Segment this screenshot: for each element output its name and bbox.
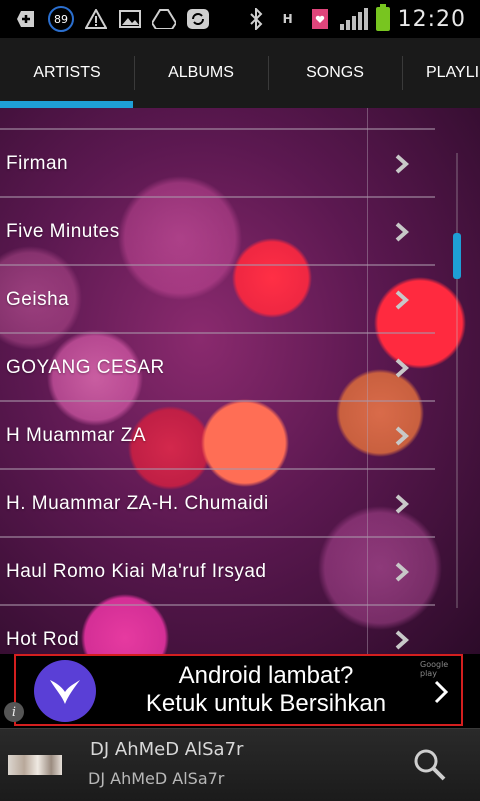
tab-bar: ARTISTS ALBUMS SONGS PLAYLI bbox=[0, 38, 480, 109]
scroll-track[interactable] bbox=[456, 153, 458, 608]
artist-name: Hot Rod bbox=[6, 629, 80, 650]
album-art-thumbnail bbox=[8, 755, 62, 775]
chevron-right-icon bbox=[390, 489, 414, 519]
now-playing-artist: DJ AhMeD AlSa7r bbox=[88, 769, 225, 788]
now-playing-bar[interactable]: DJ AhMeD AlSa7r DJ AhMeD AlSa7r bbox=[0, 728, 480, 801]
hspa-icon: H bbox=[282, 12, 293, 26]
ad-banner[interactable]: Android lambat? Ketuk untuk Bersihkan Go… bbox=[14, 654, 463, 726]
list-item[interactable]: Five Minutes bbox=[0, 198, 435, 266]
tab-playlists[interactable]: PLAYLI bbox=[402, 38, 480, 108]
list-item[interactable]: GOYANG CESAR bbox=[0, 334, 435, 402]
bluetooth-icon bbox=[244, 7, 268, 31]
artist-name: Firman bbox=[6, 153, 69, 174]
list-item[interactable]: H. Muammar ZA-H. Chumaidi bbox=[0, 470, 435, 538]
artist-name: GOYANG CESAR bbox=[6, 357, 165, 378]
tab-artists[interactable]: ARTISTS bbox=[0, 38, 134, 108]
list-item[interactable]: H Muammar ZA bbox=[0, 402, 435, 470]
plus-icon bbox=[14, 7, 38, 31]
ad-info-icon[interactable]: i bbox=[4, 702, 24, 722]
chevron-right-icon bbox=[390, 217, 414, 247]
message-icon bbox=[308, 7, 332, 31]
tab-albums[interactable]: ALBUMS bbox=[134, 38, 268, 108]
artist-name: Geisha bbox=[6, 289, 70, 310]
chevron-right-icon bbox=[390, 625, 414, 654]
chevron-right-icon bbox=[390, 421, 414, 451]
list-item[interactable]: Geisha bbox=[0, 266, 435, 334]
sync-icon bbox=[186, 7, 210, 31]
ad-margin bbox=[463, 654, 480, 726]
chevron-right-icon bbox=[390, 557, 414, 587]
artist-name: Haul Romo Kiai Ma'ruf Irsyad bbox=[6, 561, 267, 582]
app-logo-icon bbox=[34, 660, 96, 722]
clock: 12:20 bbox=[397, 6, 466, 32]
ad-subline: Ketuk untuk Bersihkan bbox=[145, 690, 387, 717]
chevron-right-icon bbox=[390, 149, 414, 179]
battery-icon bbox=[375, 4, 390, 31]
warning-icon bbox=[84, 7, 108, 31]
signal-icon bbox=[339, 8, 368, 30]
tab-selected-indicator bbox=[0, 101, 133, 108]
list-item[interactable]: Hot Rod bbox=[0, 606, 435, 654]
image-icon bbox=[118, 7, 142, 31]
google-play-badge: Google play bbox=[420, 660, 449, 678]
artist-name: H. Muammar ZA-H. Chumaidi bbox=[6, 493, 269, 514]
artist-list[interactable]: Firman Five Minutes Geisha GOYANG CESAR … bbox=[0, 108, 480, 654]
now-playing-title: DJ AhMeD AlSa7r bbox=[90, 739, 244, 760]
chevron-right-icon bbox=[390, 285, 414, 315]
count-badge-icon: 89 bbox=[48, 6, 74, 32]
list-item[interactable]: Haul Romo Kiai Ma'ruf Irsyad bbox=[0, 538, 435, 606]
artist-name: Five Minutes bbox=[6, 221, 120, 242]
search-icon[interactable] bbox=[412, 747, 448, 783]
ad-headline: Android lambat? bbox=[178, 662, 354, 689]
status-bar: 89 H 12:20 bbox=[0, 0, 480, 38]
chevron-right-icon bbox=[390, 353, 414, 383]
drive-icon bbox=[152, 7, 176, 31]
tab-songs[interactable]: SONGS bbox=[268, 38, 402, 108]
scrollbar-thumb[interactable] bbox=[453, 233, 461, 279]
list-item[interactable]: Firman bbox=[0, 130, 435, 198]
artist-name: H Muammar ZA bbox=[6, 425, 147, 446]
chevron-right-icon bbox=[432, 678, 450, 706]
